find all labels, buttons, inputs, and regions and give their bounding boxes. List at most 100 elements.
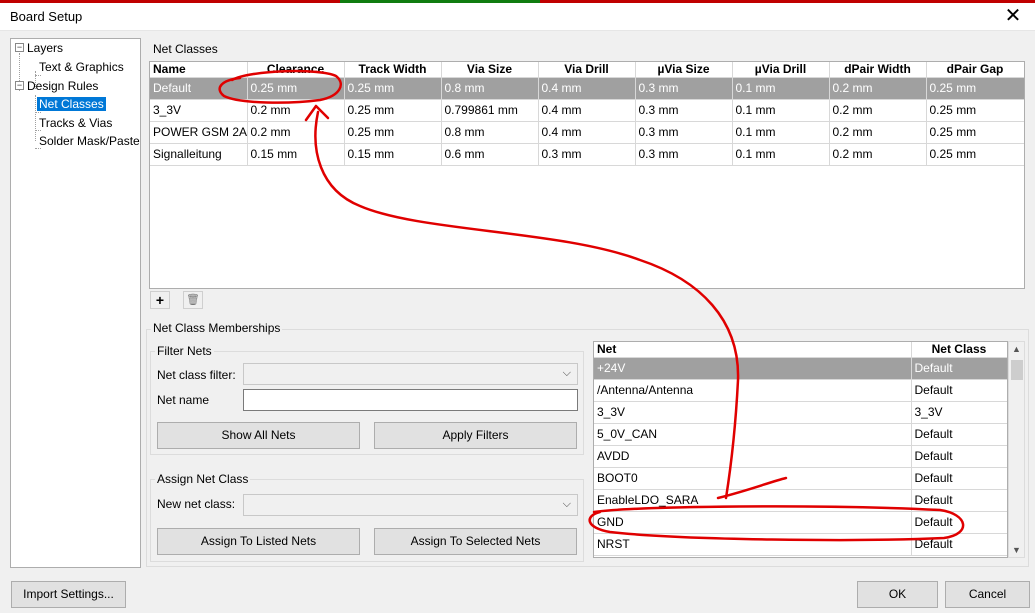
table-cell[interactable]: 0.4 mm	[538, 77, 636, 100]
net-row[interactable]: AVDD Default	[594, 445, 1007, 468]
tree-item-text-graphics[interactable]: Text & Graphics	[39, 58, 124, 76]
table-cell[interactable]: 0.2 mm	[247, 121, 345, 144]
net-row[interactable]: BOOT0 Default	[594, 467, 1007, 490]
delete-net-class-icon[interactable]: 🗑	[183, 291, 203, 309]
add-net-class-button[interactable]: +	[150, 291, 170, 309]
table-cell[interactable]: 0.3 mm	[538, 143, 636, 166]
col-uvia-drill[interactable]: µVia Drill	[732, 62, 830, 78]
show-all-nets-button[interactable]: Show All Nets	[157, 422, 360, 449]
net-name-input[interactable]	[243, 389, 578, 411]
ok-button[interactable]: OK	[857, 581, 938, 608]
tree-item-tracks-vias[interactable]: Tracks & Vias	[39, 114, 112, 132]
table-cell[interactable]: 0.25 mm	[926, 143, 1024, 166]
table-cell[interactable]: 0.25 mm	[344, 99, 442, 122]
table-cell[interactable]: 0.25 mm	[344, 77, 442, 100]
table-cell[interactable]: 0.2 mm	[829, 77, 927, 100]
net-row[interactable]: 5_0V_CAN Default	[594, 423, 1007, 446]
scroll-thumb[interactable]	[1011, 360, 1023, 380]
table-cell[interactable]: 0.8 mm	[441, 121, 539, 144]
tree-item-layers[interactable]: Layers	[27, 39, 63, 57]
tree-item-solder-mask[interactable]: Solder Mask/Paste	[39, 132, 140, 150]
table-cell[interactable]: 0.6 mm	[441, 143, 539, 166]
table-cell[interactable]: 0.2 mm	[829, 143, 927, 166]
collapse-layers-icon[interactable]: −	[15, 43, 24, 52]
table-cell[interactable]: 0.25 mm	[926, 77, 1024, 100]
net-cell[interactable]: EnableLDO_SARA	[594, 489, 912, 512]
table-cell[interactable]: 0.25 mm	[926, 121, 1024, 144]
table-cell[interactable]: 0.25 mm	[344, 121, 442, 144]
scroll-up-icon[interactable]: ▲	[1012, 344, 1021, 354]
net-class-cell[interactable]: Default	[911, 489, 1007, 512]
table-cell[interactable]: 0.2 mm	[829, 121, 927, 144]
cancel-button[interactable]: Cancel	[945, 581, 1030, 608]
table-cell[interactable]: 3_3V	[150, 99, 248, 122]
table-cell[interactable]: Default	[150, 77, 248, 100]
table-cell[interactable]: 0.3 mm	[635, 77, 733, 100]
net-class-cell[interactable]: Default	[911, 357, 1007, 380]
nets-scrollbar[interactable]: ▲ ▼	[1008, 341, 1025, 558]
net-cell[interactable]: AVDD	[594, 445, 912, 468]
net-row[interactable]: EnableLDO_SARA Default	[594, 489, 1007, 512]
table-cell[interactable]: 0.799861 mm	[441, 99, 539, 122]
new-net-class-select[interactable]: ⌵	[243, 494, 578, 516]
net-class-cell[interactable]: Default	[911, 467, 1007, 490]
net-row[interactable]: GND Default	[594, 511, 1007, 534]
table-cell[interactable]: 0.1 mm	[732, 121, 830, 144]
net-row[interactable]: 3_3V 3_3V	[594, 401, 1007, 424]
net-cell[interactable]: BOOT0	[594, 467, 912, 490]
close-icon[interactable]: ✕	[991, 3, 1035, 31]
table-cell[interactable]: 0.1 mm	[732, 143, 830, 166]
import-settings-button[interactable]: Import Settings...	[11, 581, 126, 608]
table-cell[interactable]: 0.2 mm	[829, 99, 927, 122]
net-row[interactable]: /Antenna/Antenna Default	[594, 379, 1007, 402]
net-row[interactable]: +24V Default	[594, 357, 1007, 380]
table-cell[interactable]: 0.4 mm	[538, 99, 636, 122]
apply-filters-button[interactable]: Apply Filters	[374, 422, 577, 449]
net-class-row[interactable]: 3_3V 0.2 mm 0.25 mm 0.799861 mm 0.4 mm 0…	[150, 99, 1024, 122]
net-cell[interactable]: 5_0V_CAN	[594, 423, 912, 446]
col-clearance[interactable]: Clearance	[247, 62, 345, 78]
net-class-row[interactable]: Default 0.25 mm 0.25 mm 0.8 mm 0.4 mm 0.…	[150, 77, 1024, 100]
table-cell[interactable]: 0.25 mm	[247, 77, 345, 100]
col-net[interactable]: Net	[594, 342, 912, 358]
table-cell[interactable]: 0.25 mm	[926, 99, 1024, 122]
col-name[interactable]: Name	[150, 62, 248, 78]
table-cell[interactable]: 0.1 mm	[732, 77, 830, 100]
table-cell[interactable]: 0.15 mm	[247, 143, 345, 166]
table-cell[interactable]: 0.15 mm	[344, 143, 442, 166]
net-cell[interactable]: NRST	[594, 533, 912, 556]
table-cell[interactable]: 0.8 mm	[441, 77, 539, 100]
col-uvia-size[interactable]: µVia Size	[635, 62, 733, 78]
scroll-down-icon[interactable]: ▼	[1012, 545, 1021, 555]
col-track-width[interactable]: Track Width	[344, 62, 442, 78]
net-class-cell[interactable]: Default	[911, 423, 1007, 446]
net-class-cell[interactable]: Default	[911, 379, 1007, 402]
net-cell[interactable]: +24V	[594, 357, 912, 380]
table-cell[interactable]: 0.2 mm	[247, 99, 345, 122]
table-cell[interactable]: Signalleitung	[150, 143, 248, 166]
table-cell[interactable]: POWER GSM 2A	[150, 121, 248, 144]
table-cell[interactable]: 0.3 mm	[635, 143, 733, 166]
tree-item-design-rules[interactable]: Design Rules	[27, 77, 98, 95]
table-cell[interactable]: 0.3 mm	[635, 99, 733, 122]
table-cell[interactable]: 0.3 mm	[635, 121, 733, 144]
net-class-cell[interactable]: 3_3V	[911, 401, 1007, 424]
net-cell[interactable]: GND	[594, 511, 912, 534]
net-class-cell[interactable]: Default	[911, 445, 1007, 468]
collapse-design-rules-icon[interactable]: −	[15, 81, 24, 90]
net-class-cell[interactable]: Default	[911, 511, 1007, 534]
assign-selected-nets-button[interactable]: Assign To Selected Nets	[374, 528, 577, 555]
net-class-filter-select[interactable]: ⌵	[243, 363, 578, 385]
col-via-drill[interactable]: Via Drill	[538, 62, 636, 78]
net-class-row[interactable]: Signalleitung 0.15 mm 0.15 mm 0.6 mm 0.3…	[150, 143, 1024, 166]
net-row[interactable]: NRST Default	[594, 533, 1007, 556]
net-cell[interactable]: 3_3V	[594, 401, 912, 424]
table-cell[interactable]: 0.4 mm	[538, 121, 636, 144]
table-cell[interactable]: 0.1 mm	[732, 99, 830, 122]
assign-listed-nets-button[interactable]: Assign To Listed Nets	[157, 528, 360, 555]
net-cell[interactable]: /Antenna/Antenna	[594, 379, 912, 402]
net-class-row[interactable]: POWER GSM 2A 0.2 mm 0.25 mm 0.8 mm 0.4 m…	[150, 121, 1024, 144]
tree-item-net-classes[interactable]: Net Classes	[37, 95, 106, 113]
net-class-cell[interactable]: Default	[911, 533, 1007, 556]
col-dpair-gap[interactable]: dPair Gap	[926, 62, 1024, 78]
